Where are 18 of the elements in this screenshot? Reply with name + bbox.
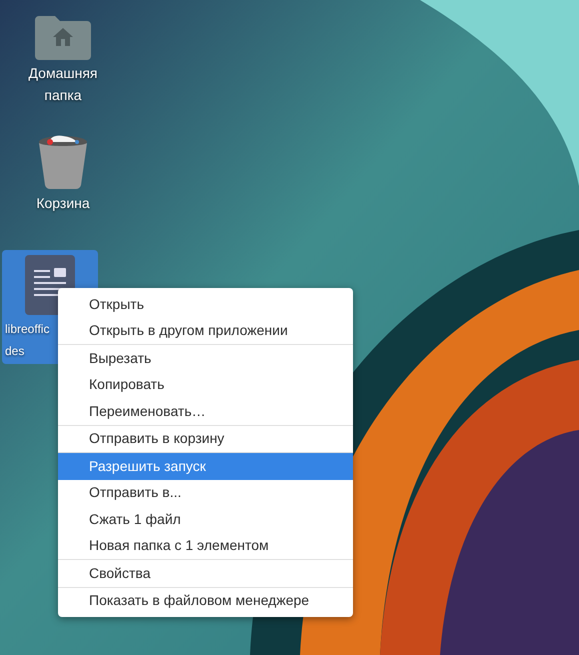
icon-highlight[interactable]: Корзина [8, 130, 118, 216]
menu-item[interactable]: Свойства [58, 560, 353, 586]
menu-item[interactable]: Отправить в корзину [58, 426, 353, 452]
icon-label: папка [44, 86, 82, 104]
home-folder-icon [33, 14, 93, 60]
menu-item[interactable]: Новая папка с 1 элементом [58, 532, 353, 559]
icon-label: des [5, 343, 24, 360]
icon-label: Домашняя [28, 64, 98, 82]
menu-item[interactable]: Показать в файловом менеджере [58, 588, 353, 614]
menu-item[interactable]: Переименовать… [58, 398, 353, 424]
menu-item[interactable]: Сжать 1 файл [58, 506, 353, 532]
trash-can-icon [37, 134, 89, 190]
menu-item[interactable]: Разрешить запуск [58, 453, 353, 480]
icon-highlight[interactable]: Домашняя папка [8, 10, 118, 108]
icon-label: libreoffic [5, 321, 50, 338]
menu-item[interactable]: Отправить в... [58, 480, 353, 506]
menu-item[interactable]: Копировать [58, 372, 353, 398]
icon-label: Корзина [36, 194, 90, 212]
